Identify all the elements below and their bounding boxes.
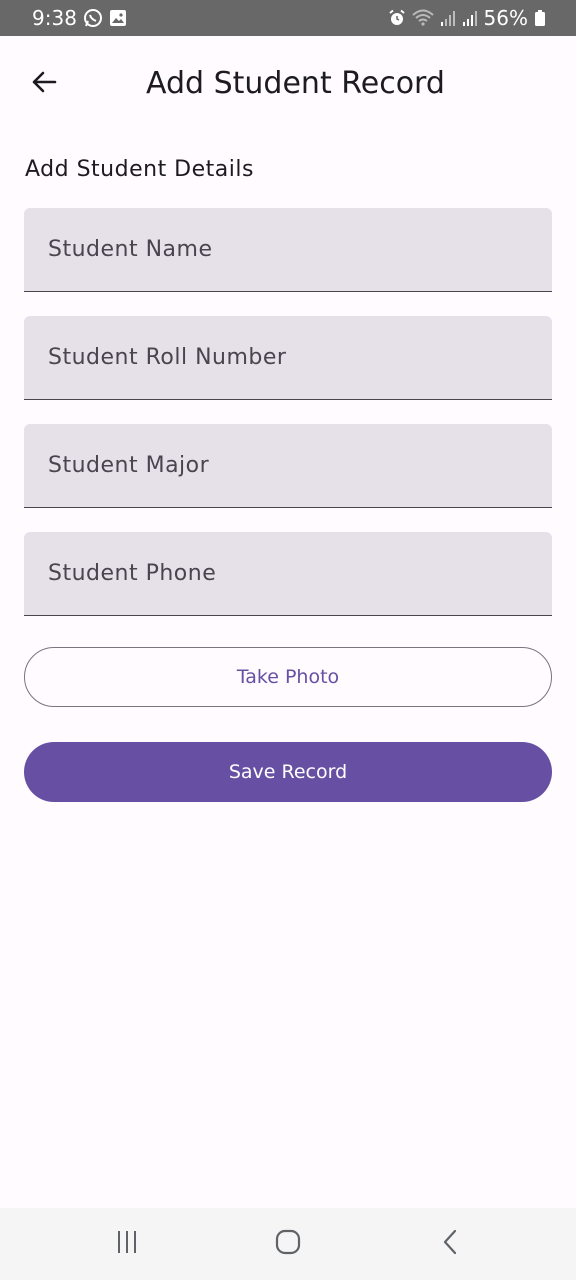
app-bar: Add Student Record	[0, 36, 576, 132]
save-record-label: Save Record	[228, 761, 348, 783]
wifi-icon	[411, 9, 434, 27]
gallery-icon	[109, 9, 127, 27]
screen: 9:38 56% Add Student Record Add Student …	[0, 0, 576, 1280]
home-button[interactable]	[264, 1226, 312, 1262]
back-nav-button[interactable]	[426, 1226, 474, 1262]
student-name-field	[24, 208, 552, 292]
recent-apps-button[interactable]	[103, 1226, 151, 1262]
alarm-icon	[388, 9, 406, 27]
student-roll-number-input[interactable]	[24, 316, 552, 399]
signal-icon	[440, 9, 456, 27]
page-title: Add Student Record	[146, 66, 445, 101]
status-bar: 9:38 56%	[0, 0, 576, 36]
student-phone-field	[24, 532, 552, 616]
battery-percent: 56%	[483, 6, 528, 30]
back-button[interactable]	[20, 60, 68, 108]
section-label: Add Student Details	[25, 157, 254, 182]
signal-icon	[462, 9, 478, 27]
student-major-field	[24, 424, 552, 508]
status-time: 9:38	[32, 6, 77, 30]
student-name-input[interactable]	[24, 208, 552, 291]
home-icon	[275, 1229, 301, 1259]
recent-apps-icon	[115, 1229, 139, 1259]
arrow-back-icon	[30, 68, 58, 100]
back-nav-icon	[440, 1228, 460, 1260]
system-nav-bar	[0, 1208, 576, 1280]
take-photo-button[interactable]: Take Photo	[24, 647, 552, 707]
take-photo-label: Take Photo	[236, 666, 340, 688]
battery-icon	[534, 9, 546, 27]
student-roll-number-field	[24, 316, 552, 400]
student-major-input[interactable]	[24, 424, 552, 507]
save-record-button[interactable]: Save Record	[24, 742, 552, 802]
whatsapp-icon	[83, 8, 103, 28]
student-phone-input[interactable]	[24, 532, 552, 615]
status-left: 9:38	[32, 6, 127, 30]
status-right: 56%	[388, 6, 546, 30]
